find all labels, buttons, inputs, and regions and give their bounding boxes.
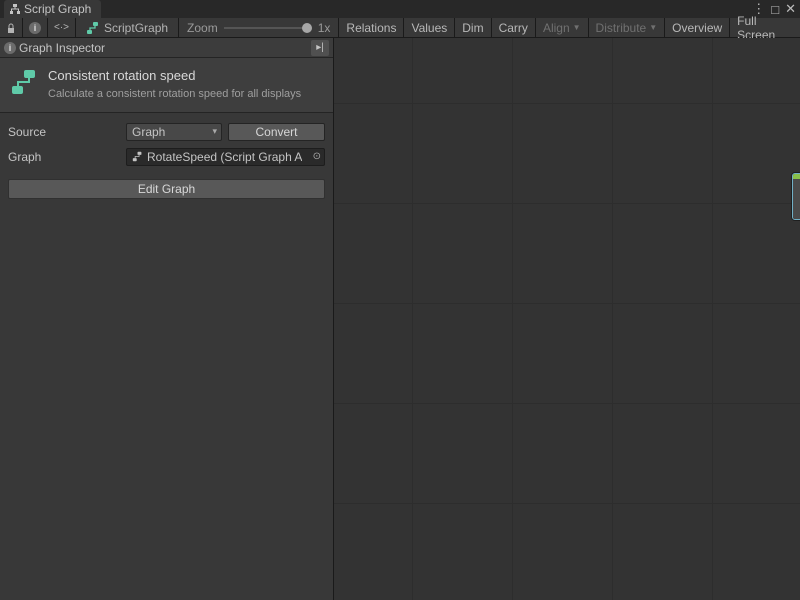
chevron-down-icon: ▼: [573, 23, 581, 32]
info-button[interactable]: i: [23, 18, 48, 38]
inspector-title: Graph Inspector: [19, 41, 105, 55]
node-description: Calculate a consistent rotation speed fo…: [48, 87, 301, 102]
tab-distribute-label: Distribute: [596, 21, 647, 35]
graph-field[interactable]: RotateSpeed (Script Graph A ⊙: [126, 148, 325, 166]
tab-overview[interactable]: Overview: [664, 18, 729, 38]
zoom-slider[interactable]: [224, 27, 312, 29]
tab-dim[interactable]: Dim: [454, 18, 490, 38]
sidebar: i Graph Inspector ▸| Consistent rotation…: [0, 38, 334, 600]
graph-icon: [86, 21, 100, 35]
object-picker-icon[interactable]: ⊙: [313, 151, 321, 162]
properties: Source Graph Convert Graph RotateSpeed (…: [0, 113, 333, 175]
tab-fullscreen[interactable]: Full Screen: [729, 18, 800, 38]
node-header: Consistent rotation speed Calculate a co…: [0, 58, 333, 113]
tab-align[interactable]: Align▼: [535, 18, 588, 38]
collapse-icon: ▸|: [316, 42, 324, 53]
subgraph-icon: [10, 68, 38, 96]
zoom-control: Zoom 1x: [179, 18, 338, 38]
window-tab[interactable]: Script Graph: [4, 0, 101, 18]
convert-button[interactable]: Convert: [228, 123, 325, 141]
source-dropdown[interactable]: Graph: [126, 123, 222, 141]
tab-distribute[interactable]: Distribute▼: [588, 18, 665, 38]
toolbar: i <·> ScriptGraph Zoom 1x Relations Valu…: [0, 18, 800, 38]
zoom-thumb[interactable]: [302, 23, 312, 33]
hierarchy-icon: [10, 4, 20, 14]
variable-icon: <·>: [54, 22, 69, 33]
edit-graph-button[interactable]: Edit Graph: [8, 179, 325, 199]
source-value: Graph: [132, 125, 165, 139]
tab-values[interactable]: Values: [403, 18, 454, 38]
graph-canvas[interactable]: Subgraph Consistent rotation speed: [334, 38, 800, 600]
graph-value: RotateSpeed (Script Graph A: [147, 150, 302, 164]
lock-button[interactable]: [0, 18, 23, 38]
info-icon: i: [4, 42, 16, 54]
subgraph-node[interactable]: Subgraph Consistent rotation speed: [792, 173, 800, 220]
tab-carry[interactable]: Carry: [491, 18, 535, 38]
lock-icon: [6, 23, 16, 33]
breadcrumb-label: ScriptGraph: [104, 21, 168, 35]
inspector-header: i Graph Inspector ▸|: [0, 38, 333, 58]
graph-label: Graph: [8, 150, 126, 164]
tab-relations[interactable]: Relations: [338, 18, 403, 38]
tab-align-label: Align: [543, 21, 570, 35]
chevron-down-icon: ▼: [649, 23, 657, 32]
zoom-value: 1x: [318, 21, 331, 35]
breadcrumb[interactable]: ScriptGraph: [76, 18, 179, 38]
tab-label: Script Graph: [24, 2, 91, 16]
source-label: Source: [8, 125, 126, 139]
collapse-button[interactable]: ▸|: [311, 40, 329, 56]
zoom-label: Zoom: [187, 21, 218, 35]
graph-ref-icon: [132, 151, 143, 162]
variable-button[interactable]: <·>: [48, 18, 76, 38]
info-icon: i: [29, 22, 41, 34]
node-title: Consistent rotation speed: [48, 68, 301, 83]
window-titlebar: Script Graph ⋮ □ ✕: [0, 0, 800, 18]
